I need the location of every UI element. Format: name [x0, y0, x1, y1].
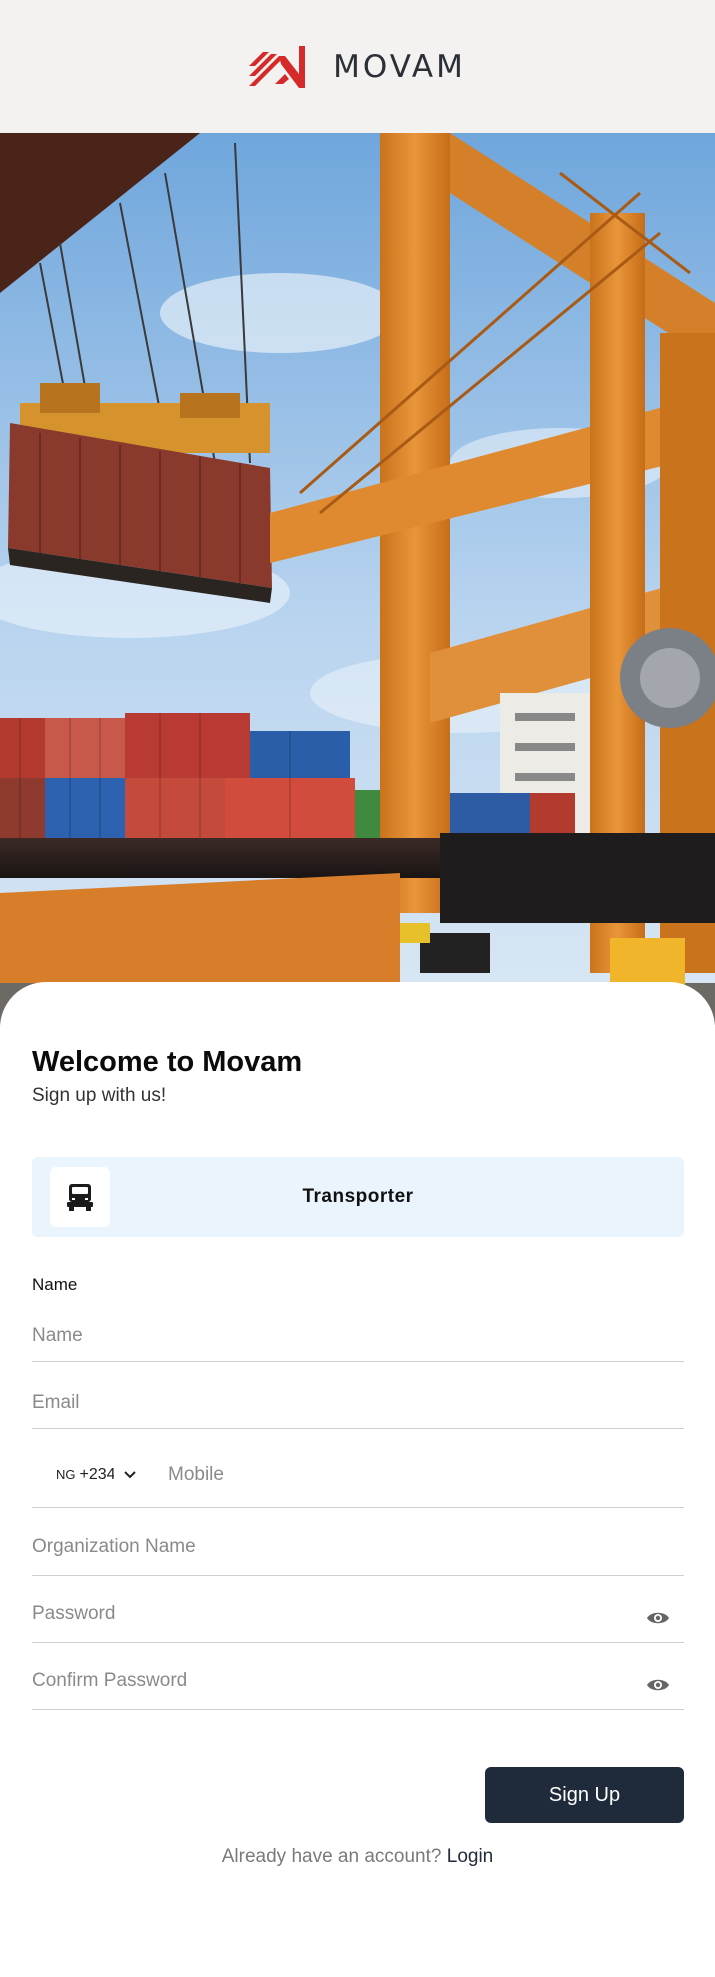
email-field-wrapper	[32, 1379, 684, 1429]
login-prompt-line: Already have an account? Login	[0, 1846, 715, 1868]
email-input[interactable]	[32, 1383, 684, 1423]
name-caption: Name	[32, 1275, 78, 1294]
welcome-title: Welcome to Movam	[32, 1046, 303, 1078]
password-field-wrapper	[32, 1586, 684, 1643]
organization-name-input[interactable]	[32, 1527, 684, 1567]
country-code: NG	[56, 1467, 76, 1482]
sign-up-button[interactable]: Sign Up	[485, 1767, 684, 1823]
name-input[interactable]	[32, 1316, 684, 1356]
confirm-password-input[interactable]	[32, 1661, 684, 1701]
brand[interactable]: MOVAM	[249, 44, 466, 90]
welcome-subtitle: Sign up with us!	[32, 1085, 167, 1106]
login-prompt: Already have an account?	[221, 1846, 442, 1867]
dial-code: +234	[79, 1465, 114, 1483]
mobile-field-wrapper: NG +234	[32, 1442, 684, 1508]
confirm-password-field-wrapper	[32, 1653, 684, 1710]
name-field-wrapper	[32, 1312, 684, 1362]
eye-icon[interactable]	[646, 1610, 670, 1626]
country-code-select[interactable]: NG +234	[32, 1455, 157, 1495]
brand-name: MOVAM	[333, 48, 466, 85]
signup-sheet: Welcome to Movam Sign up with us! Transp…	[0, 982, 715, 1977]
login-link[interactable]: Login	[447, 1846, 494, 1867]
app-header: MOVAM	[0, 0, 715, 133]
movam-logo-icon	[249, 45, 306, 88]
role-label: Transporter	[302, 1186, 414, 1207]
org-field-wrapper	[32, 1519, 684, 1576]
chevron-down-icon	[123, 1470, 136, 1478]
password-input[interactable]	[32, 1594, 684, 1634]
role-selector-transporter[interactable]: Transporter	[32, 1157, 684, 1237]
mobile-input[interactable]	[157, 1454, 684, 1495]
eye-icon[interactable]	[646, 1677, 670, 1693]
hero-image	[0, 133, 715, 1025]
